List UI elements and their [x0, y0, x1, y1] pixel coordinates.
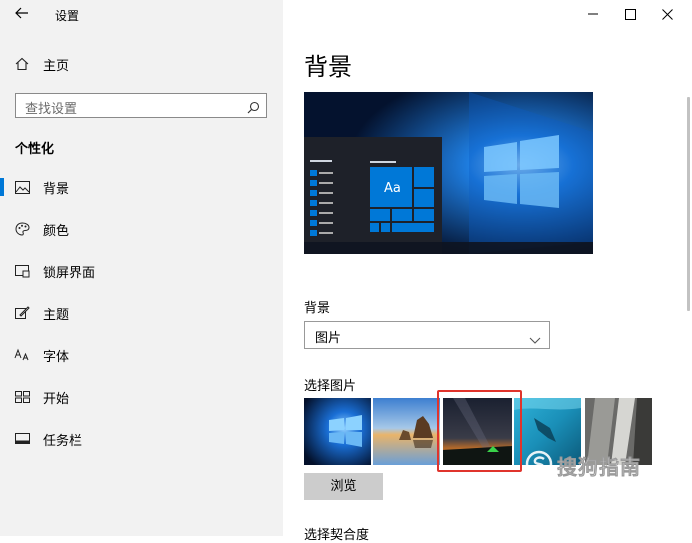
highlight-box [437, 390, 522, 472]
titlebar-left: 设置 [0, 0, 283, 30]
close-button[interactable] [655, 3, 679, 25]
background-preview: Aa [304, 92, 593, 254]
search-icon[interactable] [247, 99, 260, 118]
watermark-brand: 搜狗指南 [557, 455, 641, 480]
picture-thumbnail-beach[interactable] [373, 398, 440, 465]
maximize-button[interactable] [618, 3, 642, 25]
search-placeholder: 查找设置 [25, 102, 78, 117]
picture-thumbnail-windows[interactable] [304, 398, 371, 465]
sidebar: 设置 主页 查找设置 个性化 背景 颜色 锁屏界面 主题 字体 开始 任务栏 [0, 0, 283, 536]
sidebar-item-label: 任务栏 [43, 434, 83, 449]
palette-icon [14, 221, 30, 237]
minimize-button[interactable] [581, 3, 605, 25]
lock-screen-icon [14, 263, 30, 279]
browse-button[interactable]: 浏览 [304, 473, 383, 500]
sidebar-item-start[interactable]: 开始 [0, 381, 283, 413]
watermark-url: zhinan.sogou.com [535, 483, 648, 496]
sidebar-item-fonts[interactable]: 字体 [0, 339, 283, 371]
home-icon [14, 56, 30, 72]
font-icon [14, 347, 30, 363]
sidebar-item-label: 主题 [43, 308, 70, 323]
section-heading: 个性化 [15, 142, 55, 157]
background-label: 背景 [304, 301, 331, 316]
sidebar-item-themes[interactable]: 主题 [0, 297, 283, 329]
sidebar-item-home[interactable]: 主页 [0, 48, 283, 80]
sidebar-item-label: 主页 [43, 59, 70, 74]
fit-label: 选择契合度 [304, 528, 370, 543]
theme-brush-icon [14, 305, 30, 321]
sidebar-item-background[interactable]: 背景 [0, 171, 283, 203]
chevron-down-icon [529, 330, 541, 349]
sidebar-item-label: 背景 [43, 182, 70, 197]
taskbar-icon [14, 431, 30, 447]
preview-tile-text: Aa [384, 181, 401, 196]
sidebar-item-label: 锁屏界面 [43, 266, 96, 281]
watermark: 搜狗指南 zhinan.sogou.com [515, 450, 675, 510]
sidebar-item-label: 字体 [43, 350, 70, 365]
background-type-dropdown[interactable]: 图片 [304, 321, 550, 349]
picture-icon [14, 179, 30, 195]
sidebar-item-taskbar[interactable]: 任务栏 [0, 423, 283, 455]
sidebar-item-lock-screen[interactable]: 锁屏界面 [0, 255, 283, 287]
dropdown-value: 图片 [315, 331, 342, 346]
sogou-logo-icon [525, 450, 553, 478]
app-title: 设置 [55, 9, 80, 23]
scrollbar[interactable] [687, 97, 690, 311]
sidebar-item-label: 开始 [43, 392, 70, 407]
choose-picture-label: 选择图片 [304, 379, 357, 394]
sidebar-item-colors[interactable]: 颜色 [0, 213, 283, 245]
sidebar-item-label: 颜色 [43, 224, 70, 239]
back-arrow-icon[interactable] [12, 4, 32, 24]
search-input[interactable]: 查找设置 [15, 93, 267, 118]
page-title: 背景 [304, 53, 352, 81]
start-icon [14, 389, 30, 405]
